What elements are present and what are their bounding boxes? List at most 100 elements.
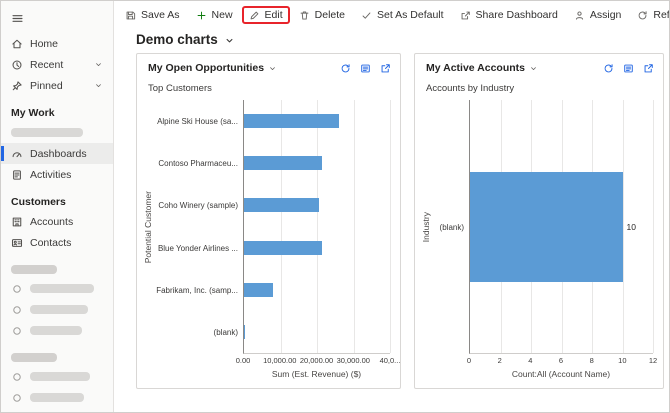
sidebar-item-activities[interactable]: Activities <box>1 164 113 185</box>
chart-card-my-active-accounts: My Active AccountsAccounts by IndustryIn… <box>414 53 664 389</box>
toolbar-new-button[interactable]: New <box>189 6 240 24</box>
bar[interactable] <box>244 198 319 212</box>
redacted-label <box>30 284 94 293</box>
refresh-icon[interactable] <box>603 63 614 74</box>
chevron-down-icon <box>94 60 103 69</box>
chevron-down-icon[interactable] <box>529 64 538 73</box>
bar[interactable] <box>470 172 623 282</box>
chart-plot-2: Industry(blank)10024681012Count:All (Acc… <box>415 94 663 388</box>
redacted-section-header <box>11 353 57 362</box>
x-axis-label: Sum (Est. Revenue) ($) <box>243 366 390 382</box>
toolbar-edit-button[interactable]: Edit <box>242 6 290 24</box>
chart-card-header: My Active Accounts <box>415 54 663 77</box>
chart-plot-1: Potential Customer Alpine Ski House (sa..… <box>137 94 400 388</box>
toolbar-save-as-button[interactable]: Save As <box>118 6 187 24</box>
set-default-icon <box>361 10 372 21</box>
toolbar-button-label: Save As <box>141 9 180 21</box>
x-tick-label: 0 <box>467 356 471 365</box>
toolbar-button-label: Refresh All <box>653 9 670 21</box>
redacted-label <box>30 326 82 335</box>
bar[interactable] <box>244 325 245 339</box>
plot-area <box>243 100 390 354</box>
bar-series <box>244 100 390 353</box>
gridline <box>390 100 391 353</box>
bar-row <box>244 269 390 311</box>
expand-icon[interactable] <box>380 63 391 74</box>
toolbar-assign-button[interactable]: Assign <box>567 6 629 24</box>
y-axis-label: Potential Customer <box>143 191 153 263</box>
page-title-row: Demo charts <box>114 29 669 53</box>
refresh-icon[interactable] <box>340 63 351 74</box>
x-tick-label: 20,000.00 <box>300 356 333 365</box>
bar-row <box>244 311 390 353</box>
toolbar-refresh-all-button[interactable]: Refresh All <box>630 6 670 24</box>
x-tick-label: 4 <box>528 356 532 365</box>
activities-icon <box>11 169 23 181</box>
x-tick-label: 10 <box>618 356 626 365</box>
sidebar-item-label: Accounts <box>30 216 73 228</box>
bar-row <box>244 184 390 226</box>
x-tick-label: 30,000.00 <box>337 356 370 365</box>
category-label: Fabrikam, Inc. (samp... <box>155 269 243 311</box>
sidebar-item-label: Activities <box>30 169 71 181</box>
expand-icon[interactable] <box>643 63 654 74</box>
bar-row <box>244 227 390 269</box>
toolbar-button-label: Edit <box>265 9 283 21</box>
sidebar-item-redacted[interactable] <box>1 278 113 299</box>
toolbar-share-dashboard-button[interactable]: Share Dashboard <box>453 6 565 24</box>
sidebar-item-contacts[interactable]: Contacts <box>1 232 113 253</box>
chart-subtitle: Top Customers <box>137 77 400 94</box>
category-label: Alpine Ski House (sa... <box>155 100 243 142</box>
chart-title: My Active Accounts <box>426 62 525 74</box>
sidebar-item-accounts[interactable]: Accounts <box>1 211 113 232</box>
toolbar-button-label: Share Dashboard <box>476 9 558 21</box>
x-axis-ticks: 024681012 <box>469 354 653 366</box>
category-label: Blue Yonder Airlines ... <box>155 227 243 269</box>
sidebar: HomeRecent Pinned My Work Dashboards Activit… <box>1 1 114 412</box>
redacted-label <box>11 128 83 137</box>
clock-icon <box>11 59 23 71</box>
bar[interactable] <box>244 114 339 128</box>
placeholder-icon <box>11 392 23 404</box>
bar[interactable] <box>244 241 322 255</box>
bar-row <box>244 142 390 184</box>
bar[interactable] <box>244 283 273 297</box>
pin-icon <box>11 80 23 92</box>
chart-card-actions <box>603 63 654 74</box>
hamburger-icon <box>11 12 24 25</box>
view-records-icon[interactable] <box>360 63 371 74</box>
chart-title: My Open Opportunities <box>148 62 264 74</box>
gridline <box>653 100 654 353</box>
sidebar-item-recent[interactable]: Recent <box>1 54 113 75</box>
bar[interactable] <box>244 156 322 170</box>
chevron-down-icon <box>94 81 103 90</box>
app-window: HomeRecent Pinned My Work Dashboards Activit… <box>0 0 670 413</box>
toolbar-delete-button[interactable]: Delete <box>292 6 352 24</box>
sidebar-section-my-work: My Work <box>1 103 113 122</box>
sidebar-item-redacted[interactable] <box>1 366 113 387</box>
dashboard-cards: My Open OpportunitiesTop CustomersPotent… <box>114 53 669 389</box>
sidebar-item-redacted[interactable] <box>1 320 113 341</box>
sidebar-item-redacted[interactable] <box>1 387 113 408</box>
sidebar-item-label: Pinned <box>30 80 63 92</box>
main-area: Save As New Edit DeleteSet As Default Share … <box>114 1 669 412</box>
chart-subtitle: Accounts by Industry <box>415 77 663 94</box>
refresh-icon <box>637 10 648 21</box>
x-tick-label: 0.00 <box>236 356 251 365</box>
share-icon <box>460 10 471 21</box>
x-tick-label: 10,000.00 <box>263 356 296 365</box>
sidebar-item-pinned[interactable]: Pinned <box>1 75 113 96</box>
sidebar-item-redacted[interactable] <box>1 122 113 143</box>
menu-button[interactable] <box>1 6 113 31</box>
command-bar: Save As New Edit DeleteSet As Default Share … <box>114 1 669 29</box>
chevron-down-icon[interactable] <box>268 64 277 73</box>
category-label: (blank) <box>433 100 469 354</box>
sidebar-item-dashboards[interactable]: Dashboards <box>1 143 113 164</box>
toolbar-button-label: New <box>212 9 233 21</box>
x-tick-label: 40,0... <box>380 356 401 365</box>
sidebar-item-redacted[interactable] <box>1 299 113 320</box>
chevron-down-icon[interactable] <box>224 35 235 46</box>
view-records-icon[interactable] <box>623 63 634 74</box>
sidebar-item-home[interactable]: Home <box>1 33 113 54</box>
toolbar-set-as-default-button[interactable]: Set As Default <box>354 6 451 24</box>
